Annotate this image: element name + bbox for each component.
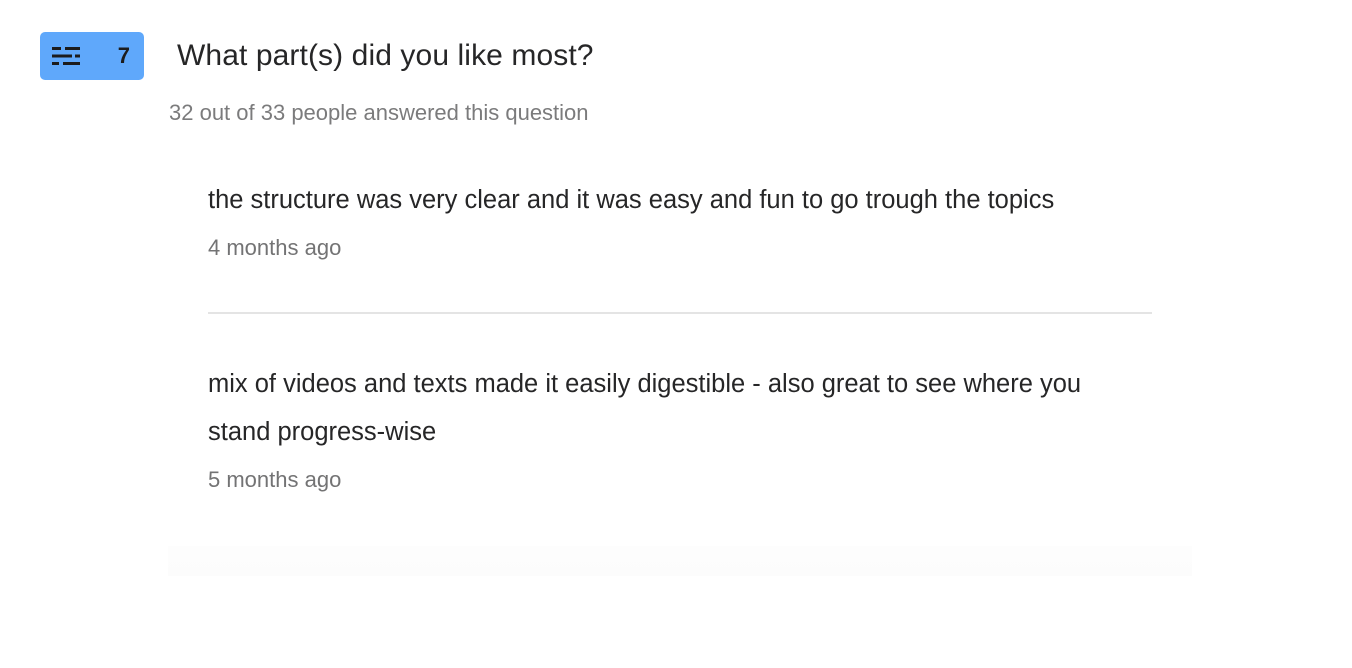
response-timestamp: 4 months ago <box>208 235 342 260</box>
response-text: mix of videos and texts made it easily d… <box>208 370 1082 446</box>
response-item: the structure was very clear and it was … <box>168 176 1192 266</box>
divider <box>208 312 1152 314</box>
question-header: 7 What part(s) did you like most? <box>40 32 594 80</box>
response-list[interactable]: the structure was very clear and it was … <box>168 176 1192 576</box>
response-item: mix of videos and texts made it easily d… <box>168 360 1192 498</box>
question-type-badge: 7 <box>40 32 144 80</box>
response-text: the structure was very clear and it was … <box>208 186 1055 214</box>
question-title: What part(s) did you like most? <box>177 39 594 72</box>
answered-count: 32 out of 33 people answered this questi… <box>169 100 589 125</box>
multiline-text-icon <box>52 45 80 67</box>
response-timestamp: 5 months ago <box>208 467 342 492</box>
question-number: 7 <box>117 43 130 68</box>
scroll-fade <box>168 546 1192 576</box>
